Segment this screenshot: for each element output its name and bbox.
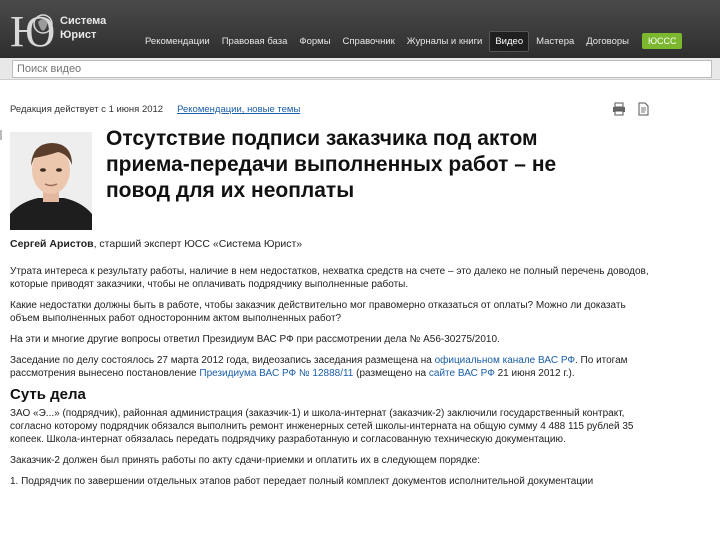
nav-item-wizards[interactable]: Мастера: [531, 32, 579, 51]
edition-text: Редакция действует с 1 июня 2012: [10, 104, 164, 115]
nav-item-contracts[interactable]: Договоры: [581, 32, 634, 51]
paragraph-3: На эти и многие другие вопросы ответил П…: [10, 334, 500, 345]
nav-item-journals[interactable]: Журналы и книги: [402, 32, 488, 51]
paragraph-5: ЗАО «Э...» (подрядчик), районная админис…: [10, 408, 634, 445]
search-input[interactable]: [12, 60, 712, 78]
logo-line-1: Система: [60, 15, 107, 27]
paragraph-4-text-a: Заседание по делу состоялось 27 марта 20…: [10, 355, 435, 366]
article-body: Утрата интереса к результату работы, нал…: [10, 265, 656, 496]
vas-site-link[interactable]: сайте ВАС РФ: [429, 368, 495, 379]
author-role: , старший эксперт ЮСС «Система Юрист»: [93, 238, 303, 250]
nav-item-reference[interactable]: Справочник: [338, 32, 400, 51]
logo-text: Система Юрист: [60, 14, 106, 42]
paragraph-7: 1. Подрядчик по завершении отдельных эта…: [10, 476, 594, 487]
author-name: Сергей Аристов: [10, 238, 94, 250]
section-title: Суть дела: [10, 386, 86, 403]
vas-channel-link[interactable]: официальном канале ВАС РФ: [435, 355, 575, 366]
edge-marker-icon: [0, 130, 4, 140]
paragraph-6: Заказчик-2 должен был принять работы по …: [10, 455, 481, 466]
nav-item-recommendations[interactable]: Рекомендации: [140, 32, 215, 51]
logo-line-2: Юрист: [60, 29, 97, 41]
logo[interactable]: Ю Система Юрист: [10, 6, 120, 52]
document-icon[interactable]: [636, 102, 650, 116]
presidium-decision-link[interactable]: Президиума ВАС РФ № 12888/11: [199, 368, 353, 379]
paragraph-4: Заседание по делу состоялось 27 марта 20…: [10, 354, 656, 380]
article-tools: [612, 102, 650, 116]
svg-text:Ю: Ю: [10, 7, 55, 52]
nav-badge[interactable]: ЮССС: [641, 33, 683, 49]
main-nav: Рекомендации Правовая база Формы Справоч…: [140, 30, 683, 52]
nav-item-forms[interactable]: Формы: [294, 32, 335, 51]
nav-item-video[interactable]: Видео: [489, 30, 530, 52]
logo-mark-icon: Ю: [10, 7, 55, 52]
author-line: Сергей Аристов, старший эксперт ЮСС «Сис…: [10, 238, 302, 250]
category-link[interactable]: Рекомендации, новые темы: [177, 104, 300, 115]
nav-item-legal-base[interactable]: Правовая база: [217, 32, 293, 51]
search-bar: [0, 58, 720, 80]
top-bar: Ю Система Юрист Рекомендации Правовая ба…: [0, 0, 720, 58]
paragraph-4-text-c: (размещено на: [353, 368, 429, 379]
author-photo-image: [10, 132, 92, 230]
author-photo: [10, 132, 92, 230]
paragraph-4-text-d: 21 июня 2012 г.).: [494, 368, 575, 379]
print-icon[interactable]: [612, 102, 626, 116]
paragraph-1: Утрата интереса к результату работы, нал…: [10, 266, 649, 290]
article-meta: Редакция действует с 1 июня 2012 Рекоменд…: [10, 104, 300, 115]
article-title: Отсутствие подписи заказчика под актом п…: [106, 127, 557, 202]
paragraph-2: Какие недостатки должны быть в работе, ч…: [10, 300, 626, 324]
